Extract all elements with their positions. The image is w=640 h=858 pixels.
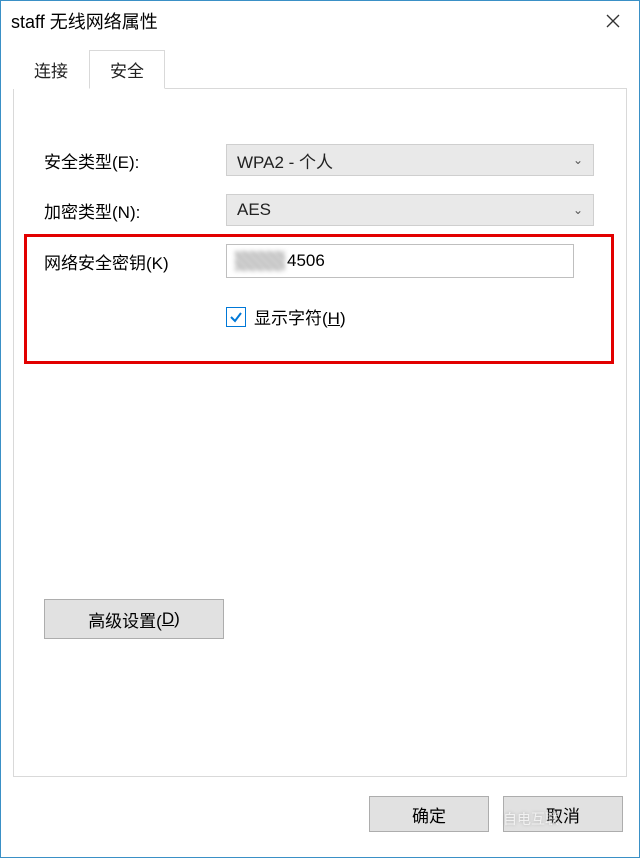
row-show-characters: 显示字符(H): [226, 304, 596, 329]
advanced-settings-button[interactable]: 高级设置(D): [44, 599, 224, 639]
tabs-area: 连接 安全 安全类型(E): WPA2 - 个人 ⌄ 加密类型(N):: [1, 41, 639, 791]
security-type-label: 安全类型(E):: [44, 148, 226, 173]
security-type-combo[interactable]: WPA2 - 个人 ⌄: [226, 144, 594, 176]
cancel-button[interactable]: 取消: [503, 796, 623, 832]
security-type-value: WPA2 - 个人: [237, 148, 333, 173]
security-form: 安全类型(E): WPA2 - 个人 ⌄ 加密类型(N): AES ⌄: [14, 89, 626, 349]
network-key-masked-part: [235, 251, 285, 271]
tab-security[interactable]: 安全: [89, 50, 165, 89]
close-icon: [606, 14, 620, 28]
encryption-type-combo[interactable]: AES ⌄: [226, 194, 594, 226]
show-characters-checkbox[interactable]: [226, 307, 246, 327]
row-encryption-type: 加密类型(N): AES ⌄: [44, 194, 596, 226]
encryption-type-label: 加密类型(N):: [44, 198, 226, 223]
security-panel: 安全类型(E): WPA2 - 个人 ⌄ 加密类型(N): AES ⌄: [13, 89, 627, 777]
check-icon: [229, 310, 243, 324]
tabstrip: 连接 安全: [13, 53, 627, 89]
encryption-type-value: AES: [237, 200, 271, 220]
chevron-down-icon: ⌄: [573, 153, 583, 167]
show-characters-label: 显示字符(H): [254, 304, 346, 329]
network-key-input[interactable]: 4506: [226, 244, 574, 278]
chevron-down-icon: ⌄: [573, 203, 583, 217]
wireless-properties-dialog: staff 无线网络属性 连接 安全 安全类型(E): WPA2 - 个人 ⌄: [0, 0, 640, 858]
close-button[interactable]: [589, 2, 637, 40]
row-network-key: 网络安全密钥(K) 4506: [44, 244, 596, 278]
dialog-footer: 确定 取消: [1, 791, 639, 851]
row-security-type: 安全类型(E): WPA2 - 个人 ⌄: [44, 144, 596, 176]
tab-connection[interactable]: 连接: [13, 50, 89, 89]
titlebar: staff 无线网络属性: [1, 1, 639, 41]
ok-button[interactable]: 确定: [369, 796, 489, 832]
network-key-visible-part: 4506: [287, 251, 325, 271]
window-title: staff 无线网络属性: [11, 8, 589, 34]
network-key-label: 网络安全密钥(K): [44, 249, 226, 274]
